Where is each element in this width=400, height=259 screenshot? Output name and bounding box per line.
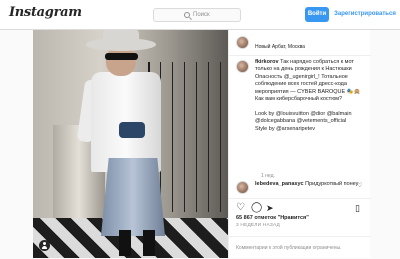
comments-closed-notice: Комментарии к этой публикации ограничены… bbox=[229, 236, 371, 258]
post-location[interactable]: Новый Арбат, Москва bbox=[255, 44, 305, 50]
post-header: Новый Арбат, Москва bbox=[229, 30, 371, 56]
caption-avatar[interactable] bbox=[236, 60, 249, 73]
tagged-users-icon[interactable] bbox=[39, 240, 50, 251]
caption-username[interactable]: fkirkorov bbox=[255, 59, 279, 65]
comment-icon[interactable]: ◯ bbox=[251, 203, 262, 213]
share-icon[interactable]: ➤ bbox=[266, 203, 274, 213]
comment-body: Придуркотвый понеу bbox=[305, 181, 359, 187]
photo-figure-bag bbox=[119, 122, 145, 138]
search-placeholder: Поиск bbox=[193, 12, 210, 18]
search-input[interactable]: Поиск bbox=[153, 8, 241, 22]
heart-outline-icon[interactable]: ♡ bbox=[236, 203, 245, 213]
comment-username[interactable]: lebedeva_panasyc bbox=[255, 181, 304, 187]
author-avatar[interactable] bbox=[236, 36, 249, 49]
caption-text: fkirkorov Так нарядно собраться к мот то… bbox=[255, 59, 367, 133]
post-date: 3 НЕДЕЛИ НАЗАД bbox=[236, 223, 280, 228]
photo-figure-glasses bbox=[105, 53, 138, 60]
caption-time: 1 нед. bbox=[261, 173, 275, 179]
signup-link[interactable]: Зарегистрироваться bbox=[334, 7, 396, 22]
instagram-logo[interactable]: Instagram bbox=[9, 5, 82, 20]
comment-text: lebedeva_panasyc Придуркотвый понеу bbox=[255, 181, 359, 188]
bookmark-icon[interactable]: ▯ bbox=[355, 203, 360, 213]
photo-figure-hat-crown bbox=[103, 30, 139, 42]
likes-count[interactable]: 65 867 отметок "Нравится" bbox=[236, 215, 309, 221]
top-navigation-bar: Instagram Поиск Войти Зарегистрироваться bbox=[0, 0, 400, 30]
photo-figure-skirt bbox=[101, 158, 165, 236]
post-actions: ♡ ◯ ➤ ▯ bbox=[229, 198, 371, 216]
caption-body: Так нарядно собраться к мот только на де… bbox=[255, 59, 361, 132]
post-card: Новый Арбат, Москва fkirkorov Так нарядн… bbox=[33, 30, 371, 258]
post-photo[interactable] bbox=[33, 30, 228, 258]
photo-figure-boot bbox=[143, 230, 155, 256]
post-details-pane: Новый Арбат, Москва fkirkorov Так нарядн… bbox=[228, 30, 371, 258]
login-button[interactable]: Войти bbox=[305, 7, 329, 22]
commenter-avatar[interactable] bbox=[236, 181, 249, 194]
search-icon bbox=[184, 12, 190, 18]
comment-like-icon[interactable]: ♡ bbox=[357, 182, 362, 189]
carousel-dots bbox=[121, 248, 141, 252]
photo-figure-boot bbox=[119, 230, 131, 256]
